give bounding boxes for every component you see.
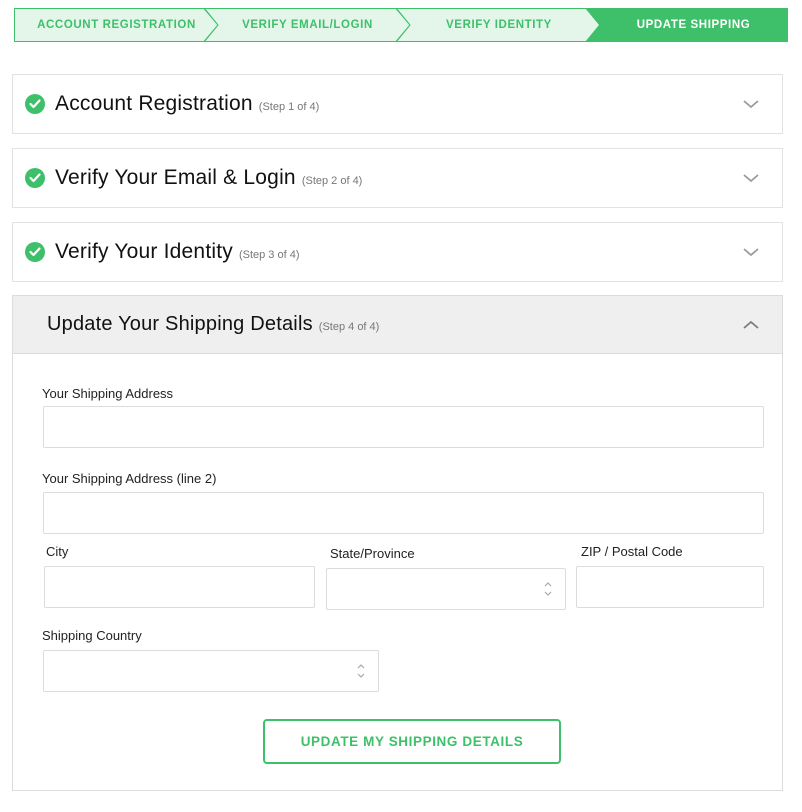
shipping-form: Your Shipping Address Your Shipping Addr… xyxy=(13,354,782,791)
country-select[interactable] xyxy=(43,650,379,692)
panel-verify-identity[interactable]: Verify Your Identity (Step 3 of 4) xyxy=(12,222,783,282)
state-label: State/Province xyxy=(330,546,415,561)
select-arrows-icon xyxy=(357,664,365,678)
panel-account-registration[interactable]: Account Registration (Step 1 of 4) xyxy=(12,74,783,134)
panel-step-indicator: (Step 1 of 4) xyxy=(258,100,320,113)
step-label: ACCOUNT REGISTRATION xyxy=(37,19,196,31)
panel-title: Verify Your Identity xyxy=(55,240,233,263)
address-label: Your Shipping Address xyxy=(42,386,174,401)
panel-title: Verify Your Email & Login xyxy=(55,166,296,189)
step-update-shipping[interactable]: UPDATE SHIPPING xyxy=(585,8,788,42)
chevron-down-icon[interactable] xyxy=(742,246,760,258)
address2-label: Your Shipping Address (line 2) xyxy=(42,471,217,486)
zip-label: ZIP / Postal Code xyxy=(581,544,683,559)
chevron-down-icon[interactable] xyxy=(742,98,760,110)
state-select[interactable] xyxy=(326,568,566,610)
chevron-up-icon[interactable] xyxy=(742,319,760,331)
panel-step-indicator: (Step 4 of 4) xyxy=(318,321,380,333)
check-icon xyxy=(25,242,45,262)
panel-update-shipping: Update Your Shipping Details (Step 4 of … xyxy=(12,295,783,791)
country-label: Shipping Country xyxy=(42,628,142,643)
step-label: VERIFY IDENTITY xyxy=(446,19,552,31)
check-icon xyxy=(25,94,45,114)
panel-verify-email-login[interactable]: Verify Your Email & Login (Step 2 of 4) xyxy=(12,148,783,208)
panel-header[interactable]: Update Your Shipping Details (Step 4 of … xyxy=(13,296,782,354)
panel-step-indicator: (Step 3 of 4) xyxy=(238,248,300,261)
address-input[interactable] xyxy=(43,406,764,448)
city-label: City xyxy=(46,544,69,559)
step-verify-email-login[interactable]: VERIFY EMAIL/LOGIN xyxy=(204,8,411,42)
chevron-down-icon[interactable] xyxy=(742,172,760,184)
select-arrows-icon xyxy=(544,582,552,596)
update-shipping-button[interactable]: UPDATE MY SHIPPING DETAILS xyxy=(263,719,561,764)
panel-step-indicator: (Step 2 of 4) xyxy=(301,174,363,187)
step-label: UPDATE SHIPPING xyxy=(636,19,751,31)
panel-title: Account Registration xyxy=(55,92,253,115)
zip-input[interactable] xyxy=(576,566,764,608)
progress-stepper: ACCOUNT REGISTRATION VERIFY EMAIL/LOGIN … xyxy=(14,8,788,42)
step-verify-identity[interactable]: VERIFY IDENTITY xyxy=(396,8,602,42)
step-account-registration[interactable]: ACCOUNT REGISTRATION xyxy=(14,8,219,42)
address2-input[interactable] xyxy=(43,492,764,534)
panel-title: Update Your Shipping Details xyxy=(47,313,313,335)
step-label: VERIFY EMAIL/LOGIN xyxy=(242,19,373,31)
city-input[interactable] xyxy=(44,566,315,608)
check-icon xyxy=(25,168,45,188)
